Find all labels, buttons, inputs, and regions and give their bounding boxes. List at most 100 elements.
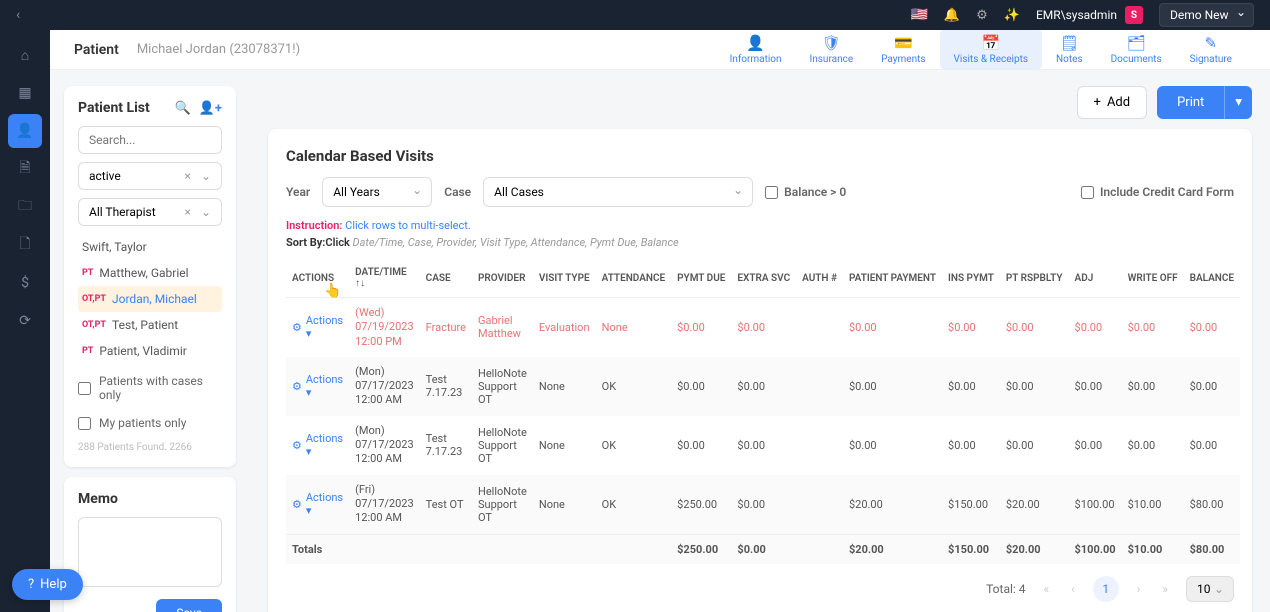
rail-folder-icon[interactable]: 🗀 bbox=[8, 190, 42, 224]
header-name: Michael Jordan (23078371!) bbox=[137, 42, 300, 57]
note-icon: 🗒 bbox=[1060, 34, 1079, 52]
next-page-icon[interactable]: › bbox=[1133, 578, 1145, 600]
topbar: ‹ 🇺🇸 🔔 ⚙ ✨ EMR\sysadmin S Demo New bbox=[0, 0, 1270, 30]
patient-item[interactable]: PTMatthew, Gabriel bbox=[78, 260, 222, 286]
column-header[interactable]: ADJ bbox=[1069, 259, 1122, 298]
rail-home-icon[interactable]: ⌂ bbox=[8, 38, 42, 72]
discipline-tag: PT bbox=[82, 268, 93, 278]
rail-report-icon[interactable]: 🗋 bbox=[8, 228, 42, 262]
discipline-tag: OT,PT bbox=[82, 320, 106, 330]
instruction-label: Instruction: bbox=[286, 219, 342, 232]
add-button[interactable]: +Add bbox=[1077, 86, 1148, 119]
year-select[interactable]: All Years bbox=[322, 177, 432, 207]
row-actions[interactable]: ⚙ Actions ▾ bbox=[292, 432, 343, 458]
nav-signature[interactable]: ✎Signature bbox=[1176, 30, 1246, 69]
table-row[interactable]: ⚙ Actions ▾(Fri)07/17/202312:00 AMTest O… bbox=[286, 475, 1240, 534]
sortby-label: Sort By: bbox=[286, 236, 325, 249]
gear-icon: ⚙ bbox=[292, 321, 302, 334]
rail-refresh-icon[interactable]: ⟳ bbox=[8, 304, 42, 338]
gear-icon[interactable]: ⚙ bbox=[976, 8, 988, 23]
nav-notes[interactable]: 🗒Notes bbox=[1042, 30, 1097, 69]
sortby-options: Date/Time, Case, Provider, Visit Type, A… bbox=[350, 236, 679, 249]
page-number[interactable]: 1 bbox=[1093, 576, 1119, 602]
nav-documents[interactable]: 🗂Documents bbox=[1097, 30, 1176, 69]
user-text: EMR\sysadmin bbox=[1036, 8, 1117, 22]
card-icon: 💳 bbox=[894, 34, 913, 52]
clear-status-icon[interactable]: × bbox=[179, 169, 197, 183]
column-header[interactable]: BALANCE bbox=[1184, 259, 1240, 298]
column-header[interactable]: AUTH # bbox=[796, 259, 843, 298]
first-page-icon[interactable]: « bbox=[1040, 578, 1054, 600]
row-actions[interactable]: ⚙ Actions ▾ bbox=[292, 373, 343, 399]
last-page-icon[interactable]: » bbox=[1158, 578, 1172, 600]
column-header[interactable]: ATTENDANCE bbox=[596, 259, 672, 298]
left-rail: ⌂ ▦ 👤 🗎 🗀 🗋 $ ⟳ bbox=[0, 30, 50, 612]
row-actions[interactable]: ⚙ Actions ▾ bbox=[292, 491, 343, 517]
nav-insurance[interactable]: 🛡Insurance bbox=[796, 30, 868, 69]
save-button[interactable]: Save bbox=[156, 599, 222, 612]
column-header[interactable]: INS PYMT bbox=[942, 259, 1000, 298]
rail-doc-icon[interactable]: 🗎 bbox=[8, 152, 42, 186]
per-page-select[interactable]: 10 bbox=[1186, 576, 1234, 602]
print-dropdown[interactable]: ▾ bbox=[1224, 86, 1252, 119]
column-header[interactable]: ACTIONS bbox=[286, 259, 349, 298]
row-actions[interactable]: ⚙ Actions ▾ bbox=[292, 314, 343, 340]
user-icon: 👤 bbox=[746, 34, 765, 52]
plus-icon: + bbox=[1094, 95, 1101, 110]
my-patients-checkbox[interactable]: My patients only bbox=[78, 412, 222, 434]
column-header[interactable]: PT RSPBLTY bbox=[1000, 259, 1069, 298]
column-header[interactable]: CASE bbox=[420, 259, 472, 298]
patient-header: Patient Michael Jordan (23078371!) 👤Info… bbox=[50, 30, 1270, 70]
balance-checkbox[interactable]: Balance > 0 bbox=[765, 185, 846, 199]
status-filter[interactable]: active × bbox=[78, 162, 222, 190]
rail-calendar-icon[interactable]: ▦ bbox=[8, 76, 42, 110]
search-input[interactable] bbox=[78, 126, 222, 154]
patient-list-card: Patient List 🔍 👤+ active × All Therapist bbox=[64, 86, 236, 467]
search-icon[interactable]: 🔍 bbox=[175, 101, 191, 116]
back-icon[interactable]: ‹ bbox=[16, 7, 20, 23]
user-badge[interactable]: S bbox=[1125, 6, 1143, 24]
rail-billing-icon[interactable]: $ bbox=[8, 266, 42, 300]
bell-icon[interactable]: 🔔 bbox=[944, 8, 960, 23]
column-header[interactable]: EXTRA SVC bbox=[731, 259, 796, 298]
column-header[interactable]: PYMT DUE bbox=[671, 259, 731, 298]
table-row[interactable]: ⚙ Actions ▾(Wed)07/19/202312:00 PMFractu… bbox=[286, 298, 1240, 357]
column-header[interactable]: PROVIDER bbox=[472, 259, 533, 298]
patient-item[interactable]: PTPatient, Vladimir bbox=[78, 338, 222, 364]
patient-item[interactable]: OT,PTTest, Patient bbox=[78, 312, 222, 338]
print-button[interactable]: Print bbox=[1157, 86, 1224, 119]
case-select[interactable]: All Cases bbox=[483, 177, 753, 207]
memo-card: Memo Save bbox=[64, 477, 236, 612]
therapist-filter[interactable]: All Therapist × bbox=[78, 198, 222, 226]
gear-icon: ⚙ bbox=[292, 380, 302, 393]
add-patient-icon[interactable]: 👤+ bbox=[199, 101, 222, 116]
sparkle-icon[interactable]: ✨ bbox=[1004, 8, 1020, 23]
patient-item[interactable]: Swift, Taylor bbox=[78, 234, 222, 260]
nav-visits-receipts[interactable]: 📅Visits & Receipts bbox=[940, 30, 1043, 69]
folder-icon: 🗂 bbox=[1127, 34, 1146, 52]
nav-information[interactable]: 👤Information bbox=[716, 30, 796, 69]
column-header[interactable]: DATE/TIME↑↓ bbox=[349, 259, 420, 298]
rail-patients-icon[interactable]: 👤 bbox=[8, 114, 42, 148]
shield-icon: 🛡 bbox=[822, 34, 841, 52]
patient-item[interactable]: OT,PTJordan, Michael bbox=[78, 286, 222, 312]
tenant-select[interactable]: Demo New bbox=[1159, 3, 1254, 27]
column-header[interactable]: VISIT TYPE bbox=[533, 259, 596, 298]
clear-therapist-icon[interactable]: × bbox=[179, 205, 197, 219]
cases-only-checkbox[interactable]: Patients with cases only bbox=[78, 370, 222, 406]
column-header[interactable]: PATIENT PAYMENT bbox=[843, 259, 942, 298]
prev-page-icon[interactable]: ‹ bbox=[1067, 578, 1079, 600]
visits-table: ACTIONSDATE/TIME↑↓CASEPROVIDERVISIT TYPE… bbox=[286, 259, 1240, 564]
memo-title: Memo bbox=[78, 491, 118, 507]
memo-textarea[interactable] bbox=[78, 517, 222, 587]
nav-payments[interactable]: 💳Payments bbox=[867, 30, 939, 69]
help-button[interactable]: ?Help bbox=[12, 569, 83, 600]
column-header[interactable]: WRITE OFF bbox=[1122, 259, 1184, 298]
flag-icon[interactable]: 🇺🇸 bbox=[910, 7, 927, 23]
cc-form-checkbox[interactable]: Include Credit Card Form bbox=[1081, 185, 1234, 199]
gear-icon: ⚙ bbox=[292, 498, 302, 511]
user-info: EMR\sysadmin S bbox=[1036, 6, 1143, 24]
table-row[interactable]: ⚙ Actions ▾(Mon)07/17/202312:00 AMTest 7… bbox=[286, 357, 1240, 416]
table-row[interactable]: ⚙ Actions ▾(Mon)07/17/202312:00 AMTest 7… bbox=[286, 416, 1240, 475]
help-icon: ? bbox=[28, 577, 34, 592]
